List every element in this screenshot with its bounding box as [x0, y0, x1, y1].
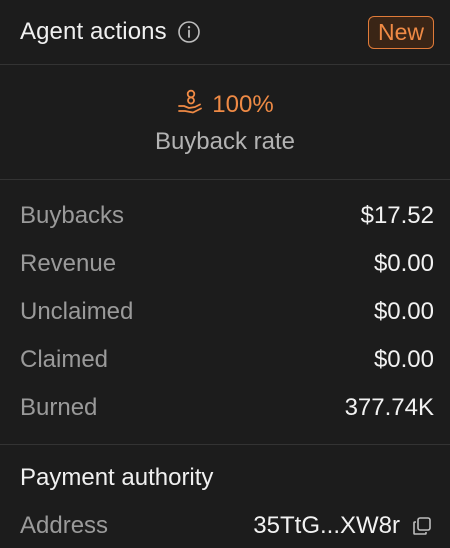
address-label: Address	[20, 512, 109, 539]
stat-value: $0.00	[373, 346, 434, 373]
new-badge: New	[367, 15, 434, 49]
copy-icon[interactable]	[412, 515, 434, 537]
stat-value: $0.00	[373, 250, 434, 277]
stat-value: $0.00	[373, 298, 434, 325]
hand-coins-icon	[176, 88, 204, 121]
stat-label: Unclaimed	[20, 298, 134, 325]
stat-row-buybacks: Buybacks $17.52	[20, 200, 434, 232]
buyback-rate-label: Buyback rate	[154, 128, 296, 155]
stats-list: Buybacks $17.52 Revenue $0.00 Unclaimed …	[0, 180, 450, 445]
address-row: Address 35TtG...XW8r	[20, 510, 434, 542]
info-circle-icon[interactable]	[177, 20, 201, 44]
stat-label: Buybacks	[20, 202, 125, 229]
stat-label: Claimed	[20, 346, 109, 373]
stat-row-revenue: Revenue $0.00	[20, 248, 434, 280]
card-header: Agent actions New	[0, 0, 450, 65]
stat-label: Burned	[20, 394, 98, 421]
card-title: Agent actions	[20, 18, 167, 45]
stat-label: Revenue	[20, 250, 117, 277]
buyback-rate-value: 100%	[212, 90, 274, 118]
stat-row-claimed: Claimed $0.00	[20, 344, 434, 376]
stat-row-unclaimed: Unclaimed $0.00	[20, 296, 434, 328]
stat-row-burned: Burned 377.74K	[20, 392, 434, 424]
buyback-rate-section: 100% Buyback rate	[0, 65, 450, 180]
address-value: 35TtG...XW8r	[253, 512, 400, 539]
stat-value: 377.74K	[344, 394, 434, 421]
buyback-rate-row: 100%	[0, 88, 450, 121]
stat-value: $17.52	[360, 202, 434, 229]
payment-authority-title: Payment authority	[20, 464, 214, 491]
